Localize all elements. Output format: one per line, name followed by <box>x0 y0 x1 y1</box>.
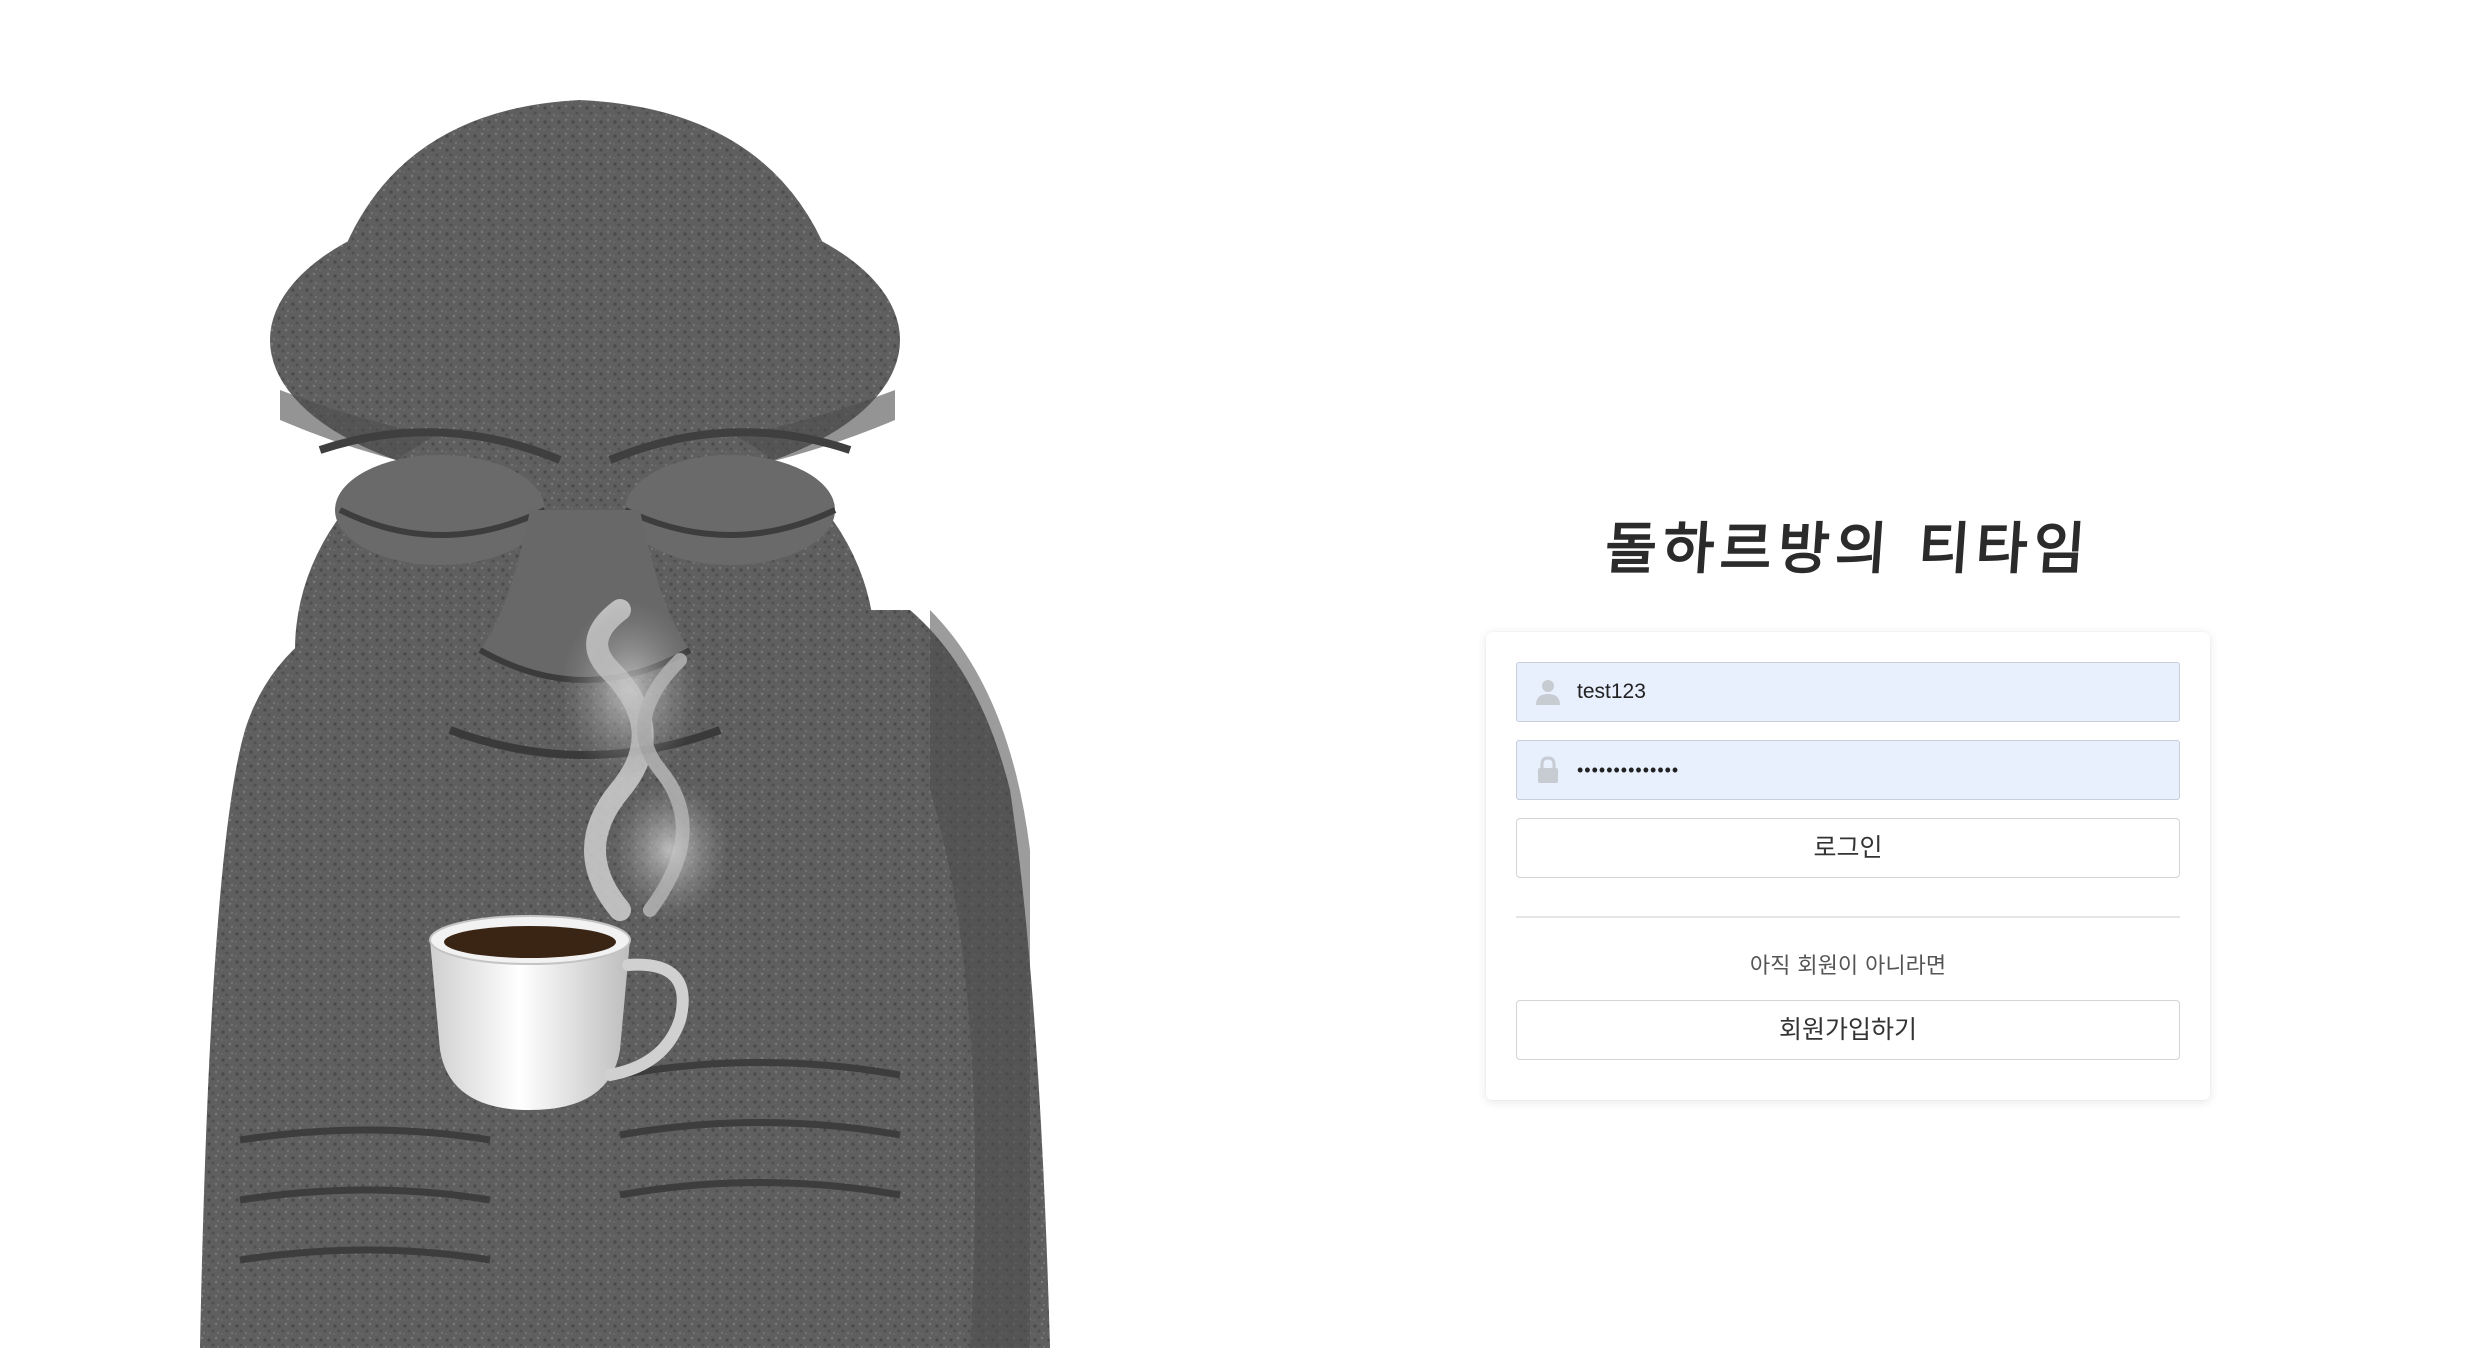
login-card: 로그인 아직 회원이 아니라면 회원가입하기 <box>1486 632 2210 1100</box>
signup-prompt-text: 아직 회원이 아니라면 <box>1749 954 1947 979</box>
lock-icon <box>1538 756 1558 783</box>
dolharubang-statue-image <box>200 100 1050 1348</box>
login-page: 돌하르방의 티타임 로그인 아직 회원이 아니라면 회원가입하기 <box>0 0 2485 1348</box>
username-field[interactable] <box>1516 662 2180 722</box>
username-input[interactable] <box>1577 663 2167 721</box>
dolharubang-illustration <box>150 90 1070 1348</box>
login-button[interactable]: 로그인 <box>1516 818 2180 878</box>
password-input[interactable] <box>1577 741 2167 799</box>
password-field[interactable] <box>1516 740 2180 800</box>
divider <box>1516 916 2180 918</box>
user-icon <box>1536 680 1560 705</box>
page-title: 돌하르방의 티타임 <box>1602 517 2094 582</box>
signup-button[interactable]: 회원가입하기 <box>1516 1000 2180 1060</box>
